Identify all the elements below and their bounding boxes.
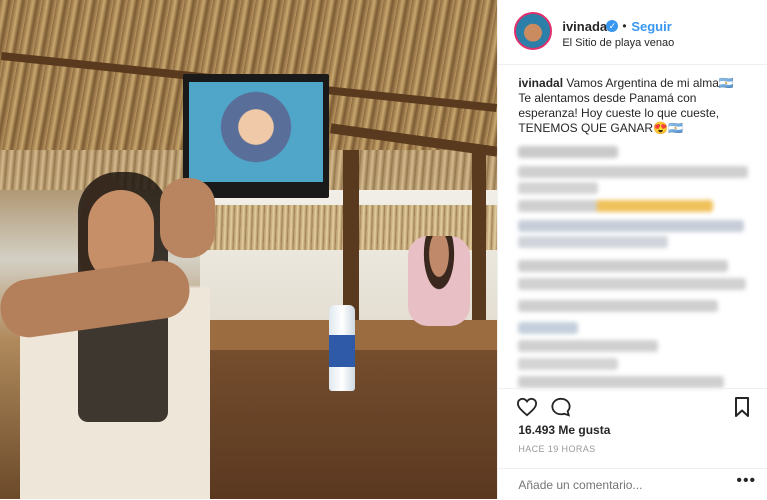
man-face (160, 178, 215, 258)
wooden-post (472, 150, 486, 330)
caption-line: Te alentamos desde Panamá con (518, 91, 697, 105)
tv-screen (189, 82, 323, 182)
blurred-comment (518, 340, 659, 352)
post-timestamp: HACE 19 HORAS (518, 444, 596, 454)
background-person (408, 236, 470, 326)
verified-badge-icon: ✓ (606, 20, 619, 32)
blurred-comment (518, 278, 747, 290)
heart-icon[interactable] (516, 397, 538, 417)
wooden-post (343, 150, 359, 330)
post-side-panel: ivinadal ✓ • Seguir El Sitio de playa ve… (497, 0, 767, 499)
blurred-comment (518, 146, 619, 158)
bottle-label (329, 335, 355, 367)
follow-button[interactable]: Seguir (631, 19, 671, 34)
action-bar (498, 388, 767, 423)
blurred-comment (518, 358, 619, 370)
location-link[interactable]: El Sitio de playa venao (562, 37, 674, 49)
likes-count[interactable]: 16.493 Me gusta (518, 423, 610, 437)
caption: ivinadal Vamos Argentina de mi alma🇦🇷 Te… (518, 76, 748, 136)
blurred-comment (518, 300, 719, 312)
blurred-comment (518, 376, 725, 388)
more-options-icon[interactable]: ••• (736, 472, 756, 490)
blurred-comment (518, 182, 599, 194)
caption-username[interactable]: ivinadal (518, 76, 563, 90)
post-header: ivinadal ✓ • Seguir El Sitio de playa ve… (498, 0, 767, 65)
caption-line: Vamos Argentina de mi alma🇦🇷 (566, 76, 734, 90)
bookmark-icon[interactable] (734, 397, 750, 417)
username[interactable]: ivinadal (562, 19, 610, 34)
instagram-post: ivinadal ✓ • Seguir El Sitio de playa ve… (0, 0, 767, 499)
avatar[interactable] (514, 12, 553, 50)
comment-input[interactable] (516, 477, 721, 493)
blurred-comment (518, 260, 729, 272)
blurred-comment (518, 166, 749, 178)
water-bottle (329, 305, 355, 391)
comment-icon[interactable] (550, 397, 572, 417)
blurred-comment (518, 236, 669, 248)
comment-box: ••• (498, 468, 767, 500)
caption-line: TENEMOS QUE GANAR😍🇦🇷 (518, 121, 683, 135)
blurred-comment (518, 200, 714, 212)
caption-line: esperanza! Hoy cueste lo que cueste, (518, 106, 720, 120)
blurred-comment (518, 322, 579, 334)
separator-dot: • (622, 19, 627, 33)
blurred-comment (518, 220, 745, 232)
post-photo[interactable] (0, 0, 498, 499)
